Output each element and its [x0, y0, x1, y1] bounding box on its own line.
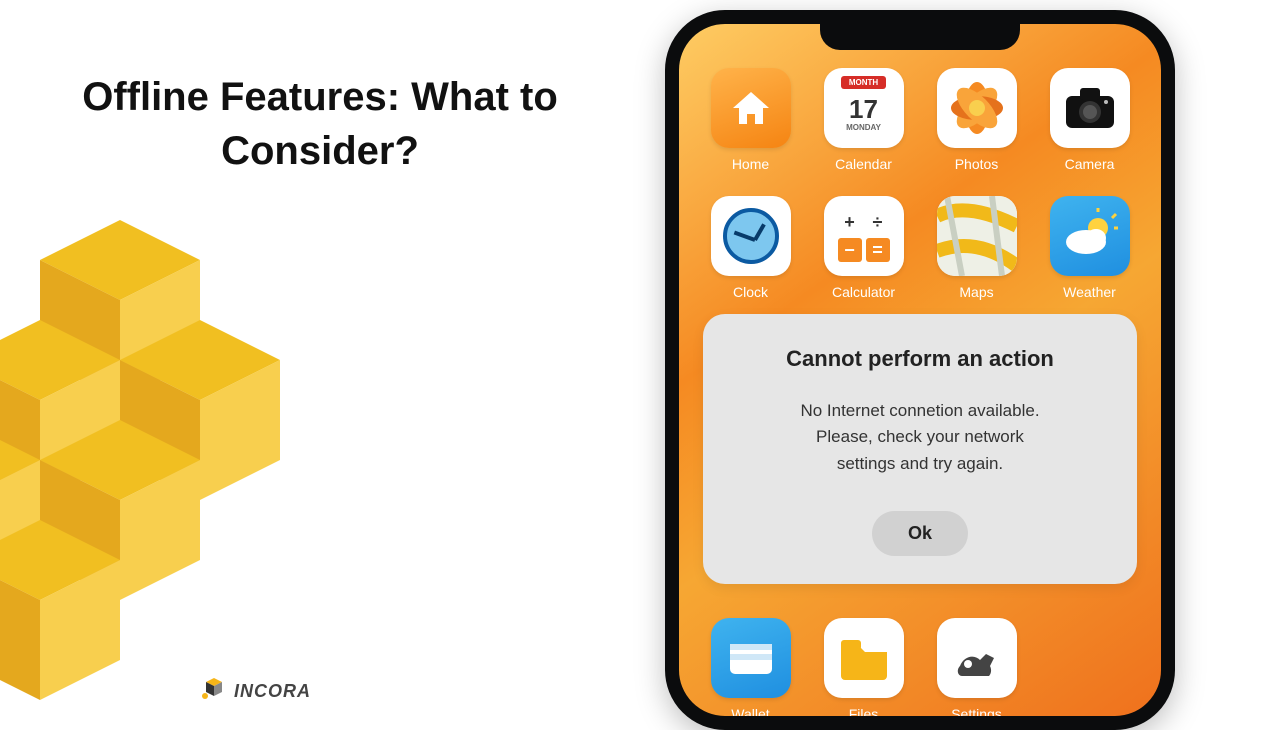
maps-icon — [937, 196, 1017, 276]
app-label: Calendar — [835, 156, 892, 172]
app-label: Home — [732, 156, 769, 172]
clock-icon — [711, 196, 791, 276]
home-icon — [711, 68, 791, 148]
logo-icon — [200, 678, 226, 704]
cubes-decoration — [0, 200, 440, 720]
dialog-title: Cannot perform an action — [731, 346, 1109, 372]
app-label: Photos — [955, 156, 999, 172]
weather-icon — [1050, 196, 1130, 276]
app-files[interactable]: Files — [822, 618, 905, 722]
app-clock[interactable]: Clock — [709, 196, 792, 300]
app-home[interactable]: Home — [709, 68, 792, 172]
brand-logo: INCORA — [200, 678, 311, 704]
files-icon — [824, 618, 904, 698]
dialog-message: No Internet connetion available. Please,… — [731, 398, 1109, 477]
app-calculator[interactable]: + ÷ − = Calculator — [822, 196, 905, 300]
photos-icon — [937, 68, 1017, 148]
calendar-icon: MONTH 17 MONDAY — [824, 68, 904, 148]
logo-text: INCORA — [234, 681, 311, 702]
wallet-icon — [711, 618, 791, 698]
app-calendar[interactable]: MONTH 17 MONDAY Calendar — [822, 68, 905, 172]
calculator-icon: + ÷ − = — [824, 196, 904, 276]
phone-side-button — [1161, 174, 1165, 244]
alert-dialog: Cannot perform an action No Internet con… — [703, 314, 1137, 584]
camera-icon — [1050, 68, 1130, 148]
app-label: Camera — [1065, 156, 1115, 172]
ok-button[interactable]: Ok — [872, 511, 968, 556]
settings-icon — [937, 618, 1017, 698]
app-maps[interactable]: Maps — [935, 196, 1018, 300]
app-label: Weather — [1063, 284, 1116, 300]
app-settings[interactable]: Settings — [935, 618, 1018, 722]
phone-notch — [820, 24, 1020, 50]
app-camera[interactable]: Camera — [1048, 68, 1131, 172]
app-label: Clock — [733, 284, 768, 300]
page-title: Offline Features: What to Consider? — [80, 70, 560, 178]
app-wallet[interactable]: Wallet — [709, 618, 792, 722]
phone-mockup: Home MONTH 17 MONDAY Calendar — [665, 10, 1175, 730]
app-label: Maps — [959, 284, 993, 300]
app-photos[interactable]: Photos — [935, 68, 1018, 172]
app-label: Calculator — [832, 284, 895, 300]
app-weather[interactable]: Weather — [1048, 196, 1131, 300]
